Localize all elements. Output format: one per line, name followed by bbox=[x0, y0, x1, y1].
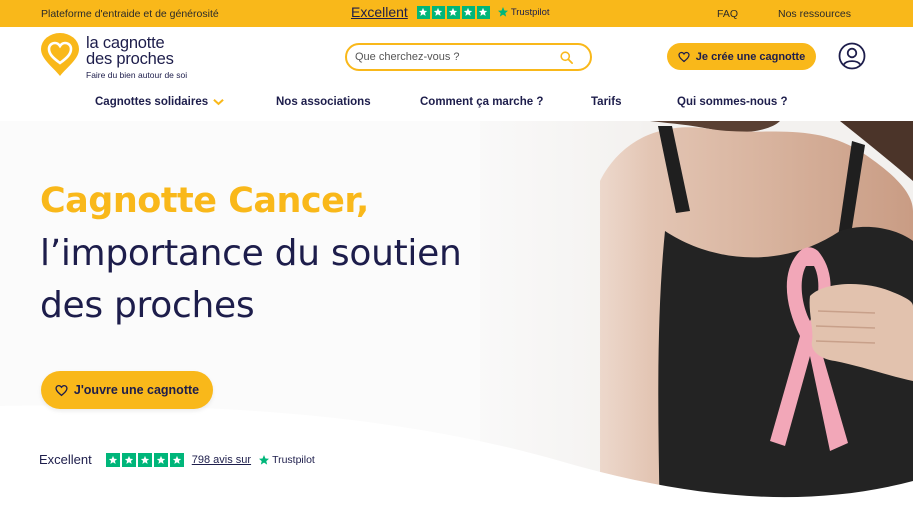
trustpilot-star-icon bbox=[259, 454, 270, 465]
main-nav: Cagnottes solidaires Nos associations Co… bbox=[0, 88, 913, 118]
nav-item-comment-ca-marche[interactable]: Comment ça marche ? bbox=[420, 96, 543, 108]
trustpilot-brand: Trustpilot bbox=[510, 6, 550, 18]
star-icon bbox=[416, 5, 430, 19]
chevron-down-icon bbox=[213, 98, 224, 106]
create-cagnotte-button[interactable]: Je crée une cagnotte bbox=[667, 43, 816, 70]
heart-icon bbox=[55, 384, 68, 396]
logo-line-1: la cagnotte bbox=[86, 34, 165, 52]
search-icon[interactable] bbox=[559, 50, 574, 65]
logo-baseline: Faire du bien autour de soi bbox=[86, 70, 188, 80]
trustpilot-rating-label: Excellent bbox=[39, 452, 92, 467]
nav-item-label: Tarifs bbox=[591, 96, 622, 108]
open-cagnotte-button[interactable]: J'ouvre une cagnotte bbox=[41, 371, 213, 409]
star-icon bbox=[461, 5, 475, 19]
faq-link[interactable]: FAQ bbox=[717, 8, 738, 20]
nav-item-label: Qui sommes-nous ? bbox=[677, 96, 788, 108]
logo-line-2: des proches bbox=[86, 50, 174, 68]
trustpilot-logo: Trustpilot bbox=[258, 454, 315, 466]
star-icon bbox=[431, 5, 445, 19]
nav-item-qui-sommes-nous[interactable]: Qui sommes-nous ? bbox=[677, 96, 788, 108]
trustpilot-brand: Trustpilot bbox=[272, 453, 315, 466]
hero-title-line-3: des proches bbox=[40, 285, 255, 326]
trustpilot-widget[interactable]: Excellent Trustpilot bbox=[351, 4, 550, 20]
star-icon bbox=[121, 452, 136, 467]
star-icon bbox=[169, 452, 184, 467]
hero-section: Cagnotte Cancer, l’importance du soutien… bbox=[0, 121, 913, 527]
trustpilot-reviews-link[interactable]: 798 avis sur bbox=[192, 454, 251, 466]
star-icon bbox=[105, 452, 120, 467]
trustpilot-stars bbox=[105, 452, 184, 467]
trustpilot-star-icon bbox=[497, 7, 508, 17]
resources-link[interactable]: Nos ressources bbox=[778, 8, 851, 20]
nav-item-cagnottes-solidaires[interactable]: Cagnottes solidaires bbox=[95, 96, 224, 108]
star-icon bbox=[446, 5, 460, 19]
open-cagnotte-label: J'ouvre une cagnotte bbox=[73, 383, 200, 397]
hero-title-highlight: Cagnotte Cancer, bbox=[40, 181, 369, 221]
heart-icon bbox=[678, 51, 690, 62]
create-cagnotte-label: Je crée une cagnotte bbox=[695, 50, 806, 63]
star-icon bbox=[137, 452, 152, 467]
top-banner: Plateforme d'entraide et de générosité E… bbox=[0, 0, 913, 27]
trustpilot-rating-label[interactable]: Excellent bbox=[351, 4, 408, 20]
search-input[interactable] bbox=[355, 49, 555, 65]
nav-item-tarifs[interactable]: Tarifs bbox=[591, 96, 621, 108]
star-icon bbox=[476, 5, 490, 19]
nav-item-label: Comment ça marche ? bbox=[420, 96, 544, 108]
nav-item-label: Nos associations bbox=[276, 96, 371, 108]
trustpilot-stars bbox=[416, 5, 490, 19]
platform-tagline: Plateforme d'entraide et de générosité bbox=[41, 8, 219, 20]
search-bar[interactable] bbox=[345, 43, 592, 71]
heart-pin-logo-icon bbox=[41, 33, 79, 76]
hero-trustpilot-widget[interactable]: Excellent 798 avis sur Trustpilot bbox=[39, 452, 315, 467]
trustpilot-logo: Trustpilot bbox=[497, 6, 550, 18]
site-logo[interactable]: la cagnotte des proches Faire du bien au… bbox=[40, 33, 187, 80]
nav-item-nos-associations[interactable]: Nos associations bbox=[276, 96, 371, 108]
nav-item-label: Cagnottes solidaires bbox=[95, 96, 209, 108]
user-icon[interactable] bbox=[838, 42, 866, 70]
star-icon bbox=[153, 452, 168, 467]
hero-title-line-2: l’importance du soutien bbox=[40, 233, 462, 274]
